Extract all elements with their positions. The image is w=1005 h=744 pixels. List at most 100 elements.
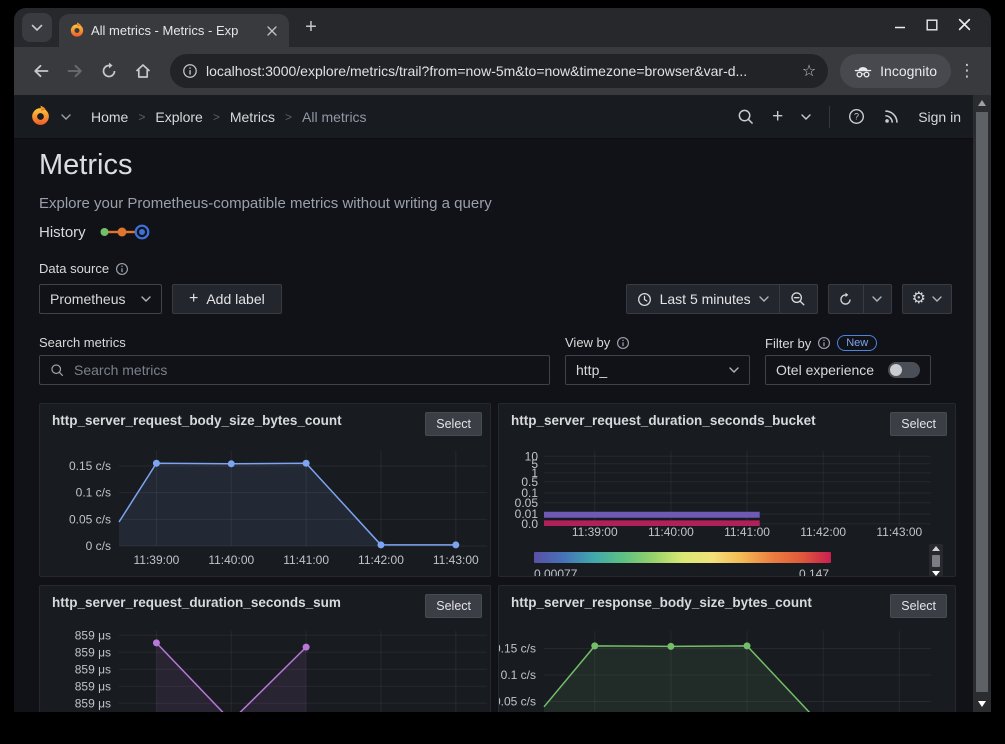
breadcrumb-metrics[interactable]: Metrics bbox=[230, 109, 275, 125]
svg-text:11:40:00: 11:40:00 bbox=[208, 553, 254, 567]
svg-text:859 μs: 859 μs bbox=[75, 696, 111, 710]
add-new-button[interactable]: + bbox=[772, 106, 783, 128]
breadcrumb: Home > Explore > Metrics > All metrics bbox=[91, 109, 367, 125]
view-by-label-row: View by bbox=[565, 335, 630, 350]
grafana-content: Metrics Explore your Prometheus-compatib… bbox=[14, 139, 973, 712]
svg-text:0.1 c/s: 0.1 c/s bbox=[501, 668, 536, 682]
chevron-down-icon bbox=[872, 296, 882, 302]
breadcrumb-separator: > bbox=[213, 110, 220, 124]
add-label-button[interactable]: + Add label bbox=[172, 284, 282, 314]
otel-toggle[interactable] bbox=[888, 362, 920, 378]
search-icon[interactable] bbox=[737, 108, 754, 125]
refresh-interval-dropdown[interactable] bbox=[864, 284, 892, 314]
select-button[interactable]: Select bbox=[890, 594, 947, 618]
add-new-chevron-icon[interactable] bbox=[801, 114, 811, 120]
time-range-label: Last 5 minutes bbox=[660, 291, 751, 307]
info-icon[interactable] bbox=[616, 336, 630, 350]
panel-title: http_server_request_body_size_bytes_coun… bbox=[52, 413, 342, 428]
tab-close-icon[interactable] bbox=[263, 22, 281, 40]
otel-experience-control: Otel experience bbox=[765, 355, 931, 385]
bookmark-star-icon[interactable]: ☆ bbox=[802, 61, 816, 81]
info-icon[interactable] bbox=[115, 262, 129, 276]
datasource-select[interactable]: Prometheus bbox=[39, 284, 162, 314]
info-icon[interactable] bbox=[817, 336, 831, 350]
panel-request-duration-bucket: 11:39:0011:40:0011:41:0011:42:0011:43:00… bbox=[498, 403, 956, 577]
minimize-button[interactable] bbox=[894, 19, 906, 31]
scroll-up-icon[interactable] bbox=[932, 546, 940, 551]
refresh-icon bbox=[838, 292, 853, 307]
svg-text:0.1 c/s: 0.1 c/s bbox=[76, 486, 111, 500]
breadcrumb-all-metrics: All metrics bbox=[302, 109, 367, 125]
zoom-out-button[interactable] bbox=[780, 284, 818, 314]
tab-strip: All metrics - Metrics - Exp + bbox=[14, 8, 991, 47]
reload-button[interactable] bbox=[94, 56, 124, 86]
legend-min-value: 0.00077 bbox=[534, 567, 577, 577]
history-step-2[interactable] bbox=[117, 228, 126, 237]
divider bbox=[829, 106, 830, 128]
news-rss-icon[interactable] bbox=[883, 108, 900, 125]
metrics-panel-grid: 11:39:0011:40:0011:41:0011:42:0011:43:00… bbox=[39, 403, 956, 712]
panel-request-duration-sum: 11:39:0011:40:0011:41:0011:42:0011:43:00… bbox=[39, 585, 491, 712]
history-timeline[interactable] bbox=[98, 223, 150, 241]
home-button[interactable] bbox=[128, 56, 158, 86]
new-badge: New bbox=[837, 335, 877, 351]
chevron-down-icon bbox=[31, 24, 43, 32]
svg-text:11:43:00: 11:43:00 bbox=[876, 525, 922, 539]
svg-text:0.05 c/s: 0.05 c/s bbox=[69, 512, 111, 526]
svg-text:0.15 c/s: 0.15 c/s bbox=[499, 641, 536, 655]
search-metrics-field[interactable] bbox=[39, 355, 550, 385]
scroll-thumb[interactable] bbox=[932, 555, 940, 567]
view-by-value: http_ bbox=[576, 362, 607, 378]
svg-text:11:39:00: 11:39:00 bbox=[572, 525, 618, 539]
grafana-logo-icon[interactable] bbox=[30, 105, 51, 128]
back-button[interactable] bbox=[26, 56, 56, 86]
filter-by-label: Filter by bbox=[765, 336, 811, 351]
site-info-icon[interactable] bbox=[182, 63, 198, 79]
org-switcher-chevron-icon[interactable] bbox=[61, 114, 71, 120]
help-icon[interactable]: ? bbox=[848, 108, 865, 125]
zoom-out-icon bbox=[790, 291, 806, 307]
time-controls: Last 5 minutes ⚙ bbox=[626, 284, 952, 314]
panel-response-body-size: 11:39:0011:40:0011:41:0011:42:0011:43:00… bbox=[498, 585, 956, 712]
scroll-down-icon[interactable] bbox=[978, 701, 986, 707]
page-scrollbar[interactable] bbox=[973, 95, 991, 712]
settings-button[interactable]: ⚙ bbox=[902, 284, 952, 314]
page-subtitle: Explore your Prometheus-compatible metri… bbox=[39, 195, 492, 212]
datasource-value: Prometheus bbox=[50, 291, 125, 307]
maximize-button[interactable] bbox=[926, 19, 938, 31]
time-range-picker[interactable]: Last 5 minutes bbox=[626, 284, 780, 314]
scroll-thumb[interactable] bbox=[976, 112, 988, 692]
panel-scrollbar[interactable] bbox=[929, 544, 943, 577]
browser-menu-icon[interactable]: ⋮ bbox=[955, 61, 979, 81]
datasource-label-row: Data source bbox=[39, 261, 129, 276]
panel-title: http_server_request_duration_seconds_buc… bbox=[511, 413, 816, 428]
new-tab-button[interactable]: + bbox=[297, 13, 325, 41]
breadcrumb-explore[interactable]: Explore bbox=[155, 109, 202, 125]
clock-icon bbox=[637, 292, 652, 307]
scroll-down-icon[interactable] bbox=[932, 571, 940, 576]
tab-search-button[interactable] bbox=[22, 13, 52, 42]
forward-button[interactable] bbox=[60, 56, 90, 86]
grafana-favicon-icon bbox=[69, 22, 85, 39]
address-bar[interactable]: localhost:3000/explore/metrics/trail?fro… bbox=[170, 54, 828, 88]
breadcrumb-separator: > bbox=[285, 110, 292, 124]
browser-tab[interactable]: All metrics - Metrics - Exp bbox=[59, 14, 289, 47]
svg-text:859 μs: 859 μs bbox=[75, 679, 111, 693]
select-button[interactable]: Select bbox=[425, 594, 482, 618]
refresh-button[interactable] bbox=[828, 284, 864, 314]
panel-request-body-size: 11:39:0011:40:0011:41:0011:42:0011:43:00… bbox=[39, 403, 491, 577]
breadcrumb-home[interactable]: Home bbox=[91, 109, 128, 125]
select-button[interactable]: Select bbox=[425, 412, 482, 436]
search-input[interactable] bbox=[72, 361, 539, 379]
close-button[interactable] bbox=[958, 18, 971, 31]
datasource-label: Data source bbox=[39, 261, 109, 276]
search-metrics-label: Search metrics bbox=[39, 335, 126, 350]
scroll-up-icon[interactable] bbox=[978, 100, 986, 106]
search-icon bbox=[50, 363, 64, 377]
select-button[interactable]: Select bbox=[890, 412, 947, 436]
history-step-1[interactable] bbox=[100, 228, 108, 236]
sign-in-button[interactable]: Sign in bbox=[918, 109, 961, 125]
breadcrumb-separator: > bbox=[138, 110, 145, 124]
heatmap-color-legend bbox=[534, 552, 831, 563]
view-by-select[interactable]: http_ bbox=[565, 355, 750, 385]
